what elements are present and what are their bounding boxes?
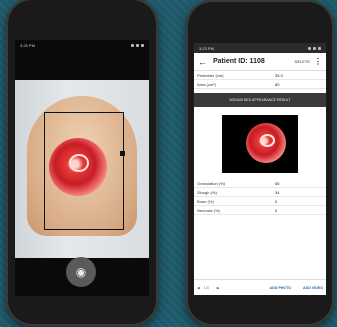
more-vert-icon[interactable]: ⋮ (314, 57, 322, 66)
phone-right: 3:23 PM ← Patient ID: 1108 DELETE ⋮ Peri… (186, 0, 334, 326)
camera-icon: ◉ (75, 265, 87, 279)
camera-screen: 3:25 PM ◉ (15, 40, 149, 296)
table-row: Granulation (%) 66 (194, 179, 326, 188)
shutter-button[interactable]: ◉ (66, 257, 96, 287)
status-time: 3:25 PM (20, 42, 35, 48)
wound-image (246, 123, 286, 163)
delete-button[interactable]: DELETE (294, 59, 310, 64)
status-bar: 3:25 PM (15, 40, 149, 50)
status-time: 3:23 PM (199, 45, 214, 51)
table-row: Bone (%) 0 (194, 197, 326, 206)
page-indicator: 1/3 (203, 285, 209, 290)
table-row: Necrosis (%) 0 (194, 206, 326, 215)
app-bar: ← Patient ID: 1108 DELETE ⋮ (194, 53, 326, 71)
capture-frame (44, 112, 125, 230)
patient-screen: 3:23 PM ← Patient ID: 1108 DELETE ⋮ Peri… (194, 43, 326, 295)
table-row: Slough (%) 34 (194, 188, 326, 197)
frame-handle[interactable] (120, 151, 125, 156)
bottom-bar: ◀ 1/3 ▶ ADD PHOTO ADD VIDEO (194, 279, 326, 295)
wound-result-image[interactable] (222, 115, 298, 173)
add-photo-button[interactable]: ADD PHOTO (270, 286, 292, 290)
prev-icon[interactable]: ◀ (197, 286, 200, 290)
add-video-button[interactable]: ADD VIDEO (303, 286, 323, 290)
measurement-rows: Perimeter (cm) 35.3 Area (cm²) 80 (194, 71, 326, 89)
next-icon[interactable]: ▶ (217, 286, 220, 290)
back-arrow-icon[interactable]: ← (198, 57, 207, 67)
signal-icon (131, 43, 144, 47)
page-title: Patient ID: 1108 (213, 58, 265, 65)
signal-icon (308, 46, 321, 50)
result-rows: Granulation (%) 66 Slough (%) 34 Bone (%… (194, 179, 326, 215)
status-bar: 3:23 PM (194, 43, 326, 53)
section-header: WOUND BED APPEARANCE RESULT (194, 93, 326, 107)
table-row: Area (cm²) 80 (194, 80, 326, 89)
table-row: Perimeter (cm) 35.3 (194, 71, 326, 80)
phone-left: 3:25 PM ◉ (6, 0, 158, 326)
